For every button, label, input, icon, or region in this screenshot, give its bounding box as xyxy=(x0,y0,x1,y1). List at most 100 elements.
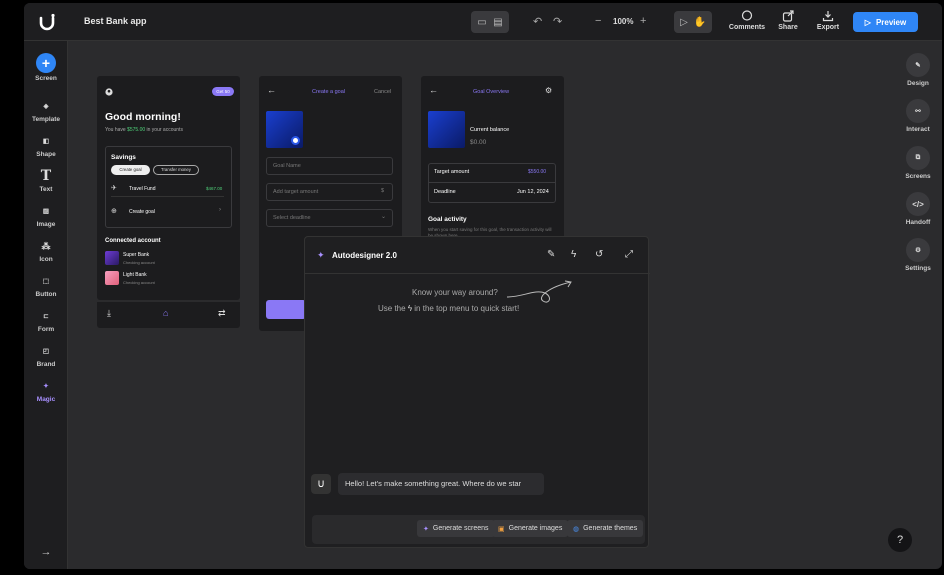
generate-images-label: Generate images xyxy=(508,525,563,532)
continue-button[interactable] xyxy=(266,300,306,319)
camera-icon[interactable] xyxy=(291,136,300,145)
lightning-icon: ϟ xyxy=(407,304,413,313)
screen-goal-overview[interactable]: ← Goal Overview ⚙ Current balance $0.00 … xyxy=(421,76,564,246)
screen-home[interactable]: Get 50 Good morning! You have $575.00 in… xyxy=(97,76,240,300)
tool-template[interactable]: ◈ Template xyxy=(24,99,68,123)
divider xyxy=(111,196,224,197)
zoom-in-icon[interactable]: + xyxy=(640,15,646,27)
tool-form[interactable]: ⊏ Form xyxy=(24,309,68,333)
left-toolbar: + Screen ◈ Template ◧ Shape T Text ▨ Image ⁂ I… xyxy=(24,41,68,569)
deposit-tab-icon[interactable]: ⤓ xyxy=(107,308,111,319)
hint-line-2: Use the ϟ in the top menu to quick start… xyxy=(378,304,519,313)
collapse-sidebar-icon[interactable]: → xyxy=(24,546,68,558)
goal-name-field[interactable]: Goal Name xyxy=(266,157,393,175)
tool-magic[interactable]: ✦ Magic xyxy=(24,379,68,403)
edit-icon[interactable]: ✎ xyxy=(547,249,555,260)
account-name: Light Bank xyxy=(123,272,147,278)
preview-button[interactable]: ▷ Preview xyxy=(853,12,918,32)
tool-icon[interactable]: ⁂ Icon xyxy=(24,239,68,264)
tool-magic-label: Magic xyxy=(36,396,56,403)
back-arrow-icon[interactable]: ← xyxy=(429,85,438,95)
target-amount-field[interactable]: Add target amount xyxy=(266,183,393,201)
gear-icon[interactable]: ⚙ xyxy=(545,86,552,95)
transfer-money-pill[interactable]: Transfer money xyxy=(153,165,199,175)
cancel-link[interactable]: Cancel xyxy=(374,89,391,95)
tool-toggle[interactable]: ▷ ✋ xyxy=(674,11,712,33)
deadline-value: Jun 12, 2024 xyxy=(517,189,549,195)
comments-button[interactable]: Comments xyxy=(725,10,769,31)
panel-interact[interactable]: ⚯ Interact xyxy=(894,99,942,133)
pointer-tool-icon[interactable]: ▷ xyxy=(680,16,688,28)
summary-suffix: in your accounts xyxy=(145,127,183,133)
help-button[interactable]: ? xyxy=(888,528,912,552)
screens-icon: ⧉ xyxy=(906,146,930,170)
expand-icon[interactable]: ⤢ xyxy=(625,249,633,260)
image-icon: ▣ xyxy=(498,525,505,533)
account-type: Checking account xyxy=(123,260,155,265)
lightning-icon[interactable]: ϟ xyxy=(571,249,576,260)
panel-settings-label: Settings xyxy=(905,265,931,272)
generate-images-chip[interactable]: ▣ Generate images xyxy=(492,520,569,537)
palette-icon: ◍ xyxy=(573,525,580,533)
layers-icon: ◈ xyxy=(43,103,49,110)
code-icon: </> xyxy=(906,192,930,216)
transfer-tab-icon[interactable]: ⇄ xyxy=(218,308,226,319)
export-button[interactable]: Export xyxy=(806,10,850,31)
right-toolbar: ✎ Design ⚯ Interact ⧉ Screens </> Handoff ⚙ S… xyxy=(894,41,942,569)
chevron-down-icon: ⌄ xyxy=(381,214,387,220)
project-name[interactable]: Best Bank app xyxy=(84,16,147,26)
tool-image[interactable]: ▨ Image xyxy=(24,204,68,228)
tool-text[interactable]: T Text xyxy=(24,168,68,193)
back-arrow-icon[interactable]: ← xyxy=(267,85,276,95)
sparkle-icon: ✦ xyxy=(317,250,325,260)
generate-themes-chip[interactable]: ◍ Generate themes xyxy=(567,520,644,537)
panel-interact-label: Interact xyxy=(906,126,930,133)
screens-icon: ✦ xyxy=(423,525,429,533)
balance-value: $0.00 xyxy=(470,139,487,146)
home-tab-icon[interactable]: ⌂ xyxy=(163,308,168,318)
panel-handoff[interactable]: </> Handoff xyxy=(894,192,942,226)
share-button[interactable]: Share xyxy=(766,10,810,31)
view-toggle[interactable]: ▭ ▤ xyxy=(471,11,509,33)
history-icon[interactable]: ↺ xyxy=(595,249,603,260)
undo-icon[interactable]: ↶ xyxy=(533,15,542,28)
header-divider xyxy=(305,273,650,274)
profile-icon[interactable] xyxy=(105,88,113,96)
panel-settings[interactable]: ⚙ Settings xyxy=(894,238,942,272)
goal-image xyxy=(428,111,465,148)
create-goal-link[interactable]: Create goal xyxy=(129,209,155,215)
fund-amount: $467.00 xyxy=(206,186,223,191)
screen-view-icon[interactable]: ▭ xyxy=(477,16,487,28)
play-icon: ▷ xyxy=(864,17,871,27)
tool-button[interactable]: ⬚ Button xyxy=(24,274,68,298)
connected-title: Connected account xyxy=(105,238,161,244)
form-icon: ⊏ xyxy=(43,313,49,320)
tool-shape[interactable]: ◧ Shape xyxy=(24,134,68,158)
plane-icon: ✈ xyxy=(111,185,117,192)
redo-icon[interactable]: ↷ xyxy=(553,15,562,28)
promo-badge[interactable]: Get 50 xyxy=(212,87,234,96)
deadline-label: Deadline xyxy=(434,189,456,195)
summary-prefix: You have xyxy=(105,127,128,133)
component-view-icon[interactable]: ▤ xyxy=(493,16,503,28)
cursor-icon: ⬚ xyxy=(42,278,50,285)
hand-tool-icon[interactable]: ✋ xyxy=(694,16,706,28)
tool-brand[interactable]: ◰ Brand xyxy=(24,344,68,368)
zoom-out-icon[interactable]: − xyxy=(595,15,601,27)
zoom-level[interactable]: 100% xyxy=(613,17,633,26)
tool-screen[interactable]: + Screen xyxy=(24,53,68,82)
top-bar: Best Bank app ▭ ▤ ↶ ↷ − 100% + ▷ ✋ Comme… xyxy=(24,3,942,41)
icon-tool-icon: ⁂ xyxy=(41,240,51,251)
link-icon: ⚯ xyxy=(906,99,930,123)
generate-screens-chip[interactable]: ✦ Generate screens xyxy=(417,520,495,537)
panel-design[interactable]: ✎ Design xyxy=(894,53,942,87)
assistant-avatar: ᑌ xyxy=(311,474,331,494)
light-bank-logo xyxy=(105,271,119,285)
panel-screens[interactable]: ⧉ Screens xyxy=(894,146,942,180)
create-goal-title: Create a goal xyxy=(312,89,346,95)
plus-icon: + xyxy=(36,53,56,73)
deadline-field[interactable]: Select deadline xyxy=(266,209,393,227)
create-goal-pill[interactable]: Create goal xyxy=(111,165,150,175)
uizard-logo-icon[interactable] xyxy=(38,13,56,31)
chevron-right-icon: › xyxy=(219,207,221,213)
